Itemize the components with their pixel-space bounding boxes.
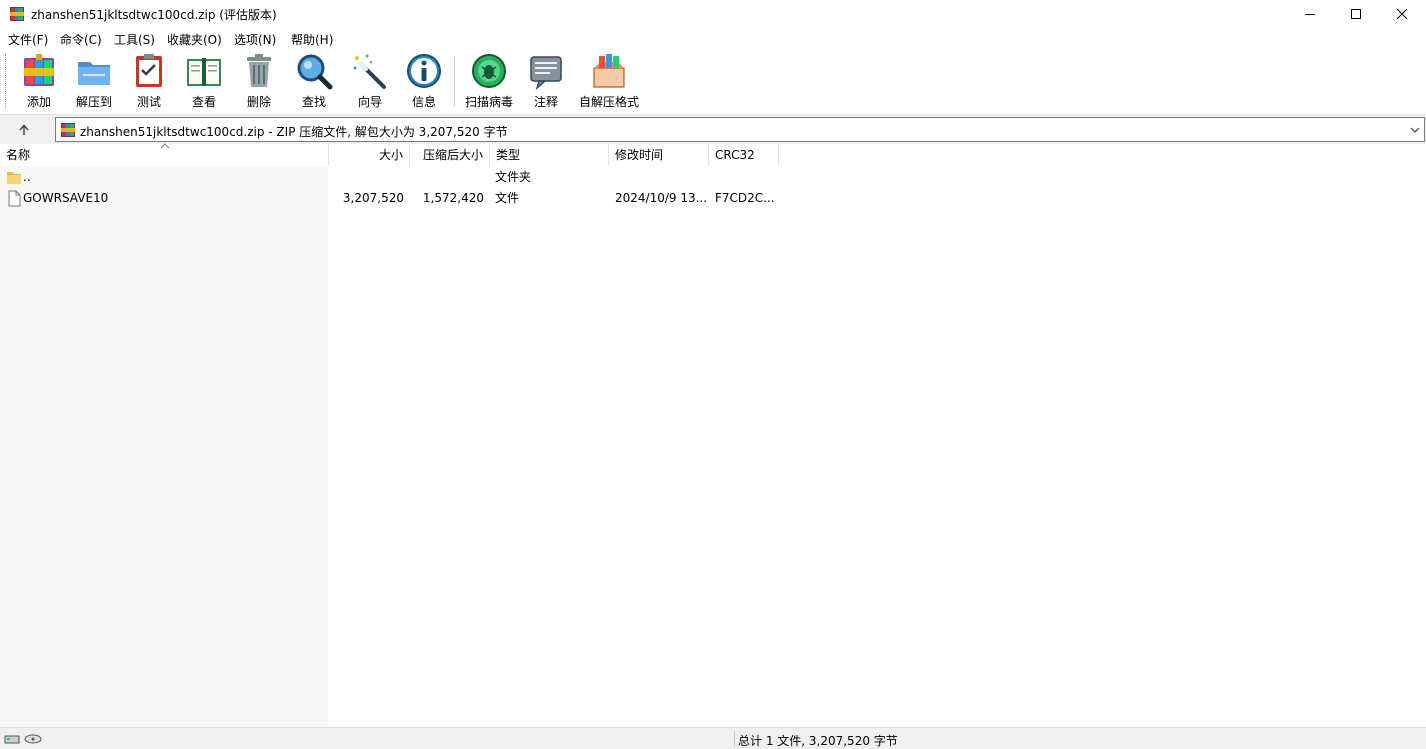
winrar-app-icon (10, 7, 24, 21)
list-header: 名称 大小 压缩后大小 类型 修改时间 CRC32 (0, 143, 1426, 166)
status-divider (734, 731, 735, 747)
view-book-icon (187, 58, 221, 86)
file-size: 3,207,520 (342, 191, 404, 205)
column-header-type[interactable]: 类型 (490, 144, 609, 166)
column-header-modified[interactable]: 修改时间 (609, 144, 709, 166)
toolbar-grip[interactable] (5, 54, 7, 108)
status-summary: 总计 1 文件, 3,207,520 字节 (738, 734, 898, 748)
file-icon (8, 190, 21, 207)
menu-options[interactable]: 选项(N) (234, 31, 276, 48)
file-modified (615, 167, 707, 188)
extract-to-folder-icon (78, 62, 110, 85)
list-item-parent-folder[interactable]: .. 文件夹 (0, 167, 1426, 188)
column-header-crc[interactable]: CRC32 (709, 144, 779, 166)
toolbar-separator (454, 56, 455, 106)
menu-help[interactable]: 帮助(H) (291, 31, 333, 48)
folder-icon (7, 172, 21, 184)
window-title: zhanshen51jkltsdtwc100cd.zip (评估版本) (31, 8, 277, 22)
menu-file[interactable]: 文件(F) (8, 31, 48, 48)
wizard-button[interactable]: 向导 (350, 52, 390, 112)
arrow-up-icon (19, 124, 29, 135)
find-button[interactable]: 查找 (294, 52, 334, 112)
column-header-size[interactable]: 大小 (329, 144, 410, 166)
close-button[interactable] (1379, 0, 1425, 28)
file-type: 文件夹 (495, 170, 532, 184)
drive-status-icon (4, 734, 42, 744)
chevron-down-icon[interactable] (1409, 123, 1421, 137)
add-button-label: 添加 (26, 95, 51, 109)
minimize-button-real[interactable] (1287, 0, 1333, 28)
menu-commands[interactable]: 命令(C) (60, 31, 102, 48)
virus-scan-button[interactable]: 扫描病毒 (463, 52, 515, 112)
file-packed-size (410, 167, 484, 188)
column-header-name[interactable]: 名称 (0, 143, 329, 166)
extract-to-button[interactable]: 解压到 (73, 52, 115, 112)
wizard-button-label: 向导 (357, 95, 382, 109)
file-size (329, 167, 404, 188)
find-magnifier-icon (297, 54, 333, 90)
add-archive-icon (24, 54, 54, 86)
delete-button[interactable]: 删除 (240, 52, 278, 112)
find-button-label: 查找 (301, 95, 326, 109)
address-text: zhanshen51jkltsdtwc100cd.zip - ZIP 压缩文件,… (80, 125, 508, 139)
sfx-button[interactable]: 自解压格式 (578, 52, 640, 112)
menu-favorites[interactable]: 收藏夹(O) (167, 31, 222, 48)
address-bar[interactable]: zhanshen51jkltsdtwc100cd.zip - ZIP 压缩文件,… (55, 117, 1425, 142)
info-button-label: 信息 (411, 95, 436, 109)
status-bar: 总计 1 文件, 3,207,520 字节 (0, 727, 1426, 749)
menu-bar: 文件(F) 命令(C) 工具(S) 收藏夹(O) 选项(N) 帮助(H) (0, 28, 1426, 48)
extract-to-button-label: 解压到 (75, 95, 112, 109)
comment-button-label: 注释 (533, 95, 558, 109)
maximize-icon (1351, 9, 1361, 19)
file-name: GOWRSAVE10 (23, 191, 109, 205)
view-button[interactable]: 查看 (182, 52, 226, 112)
test-button[interactable]: 测试 (130, 52, 168, 112)
maximize-button[interactable] (1333, 0, 1379, 28)
column-header-name-label: 名称 (6, 148, 31, 162)
delete-button-label: 删除 (246, 95, 271, 109)
sort-ascending-icon (160, 143, 170, 149)
virus-scan-button-label: 扫描病毒 (464, 95, 513, 109)
address-row: zhanshen51jkltsdtwc100cd.zip - ZIP 压缩文件,… (0, 114, 1426, 144)
info-icon (407, 54, 441, 88)
file-crc (715, 167, 777, 188)
toolbar: 添加 解压到 测试 查看 删除 查找 向导 信息 扫描病毒 注释 自解压格式 (0, 48, 1426, 114)
column-header-packed[interactable]: 压缩后大小 (410, 144, 490, 166)
file-modified: 2024/10/9 13... (615, 191, 707, 205)
sfx-box-icon (593, 54, 625, 88)
sfx-button-label: 自解压格式 (578, 95, 639, 109)
info-button[interactable]: 信息 (404, 52, 444, 112)
zip-archive-icon (61, 123, 75, 137)
delete-trash-icon (247, 54, 271, 87)
up-one-level-button[interactable] (9, 120, 39, 140)
file-crc: F7CD2C... (715, 191, 775, 205)
file-packed-size: 1,572,420 (422, 191, 484, 205)
test-clipboard-icon (136, 54, 162, 87)
file-name: .. (23, 170, 31, 184)
name-column-shade (0, 166, 328, 727)
title-bar: zhanshen51jkltsdtwc100cd.zip (评估版本) (0, 0, 1426, 28)
list-item-file[interactable]: GOWRSAVE10 3,207,520 1,572,420 文件 2024/1… (0, 188, 1426, 209)
minimize-icon (1305, 14, 1315, 15)
wizard-wand-icon (353, 54, 386, 89)
view-button-label: 查看 (191, 95, 216, 109)
file-list: 名称 大小 压缩后大小 类型 修改时间 CRC32 .. 文件夹 GOWRSAV… (0, 143, 1426, 727)
close-icon (1397, 9, 1407, 19)
virus-scan-icon (472, 54, 506, 88)
add-button[interactable]: 添加 (19, 52, 59, 112)
file-type: 文件 (495, 191, 520, 205)
comment-icon (530, 56, 562, 90)
menu-tools[interactable]: 工具(S) (114, 31, 155, 48)
test-button-label: 测试 (136, 95, 161, 109)
comment-button[interactable]: 注释 (527, 52, 565, 112)
